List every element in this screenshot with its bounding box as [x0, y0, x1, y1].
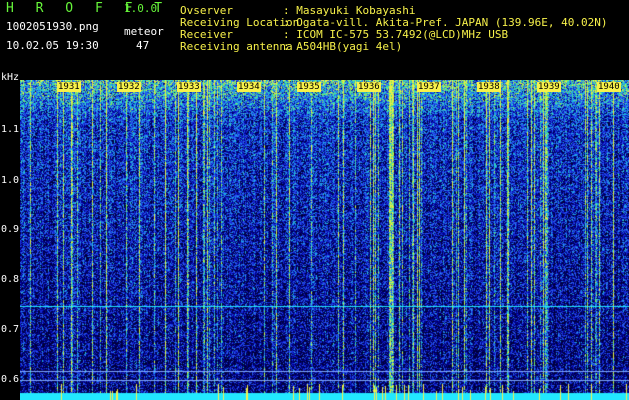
- time-marker-label: 1935: [297, 82, 321, 92]
- antenna-label: Receiving antenna: [180, 40, 293, 53]
- capture-time: 10.02.05 19:30: [6, 39, 99, 52]
- y-tick-label: 0.9: [1, 224, 20, 235]
- y-tick-label: 0.8: [1, 274, 20, 285]
- time-marker-label: 1938: [477, 82, 501, 92]
- time-marker-label: 1934: [237, 82, 261, 92]
- y-tick-label: 1.1: [1, 124, 20, 135]
- meteor-count: 47: [136, 39, 150, 52]
- hrofft-window: H R O F F T 1.0.0 1002051930.png meteor …: [0, 0, 629, 400]
- receiver-label: Receiver: [180, 28, 233, 41]
- location-label: Receiving Location: [180, 16, 300, 29]
- meteor-label: meteor: [124, 25, 164, 38]
- y-tick-label: 1.0: [1, 175, 20, 186]
- file-name: 1002051930.png: [6, 20, 99, 33]
- antenna-value: : A504HB(yagi 4el): [283, 40, 403, 53]
- time-marker-label: 1933: [177, 82, 201, 92]
- location-value: : Ogata-vill. Akita-Pref. JAPAN (139.96E…: [283, 16, 608, 29]
- time-marker-label: 1940: [597, 82, 621, 92]
- time-marker-label: 1939: [537, 82, 561, 92]
- time-marker-label: 1932: [117, 82, 141, 92]
- observer-label: Ovserver: [180, 4, 233, 17]
- spectrogram: [20, 80, 629, 400]
- time-marker-label: 1931: [57, 82, 81, 92]
- y-tick-label: 0.6: [1, 374, 20, 385]
- receiver-value: : ICOM IC-575 53.7492(@LCD)MHz USB: [283, 28, 509, 41]
- time-marker-label: 1937: [417, 82, 441, 92]
- observer-value: : Masayuki Kobayashi: [283, 4, 416, 17]
- app-version: 1.0.0: [124, 2, 158, 15]
- frequency-unit-label: kHz: [1, 72, 20, 83]
- time-marker-label: 1936: [357, 82, 381, 92]
- y-tick-label: 0.7: [1, 324, 20, 335]
